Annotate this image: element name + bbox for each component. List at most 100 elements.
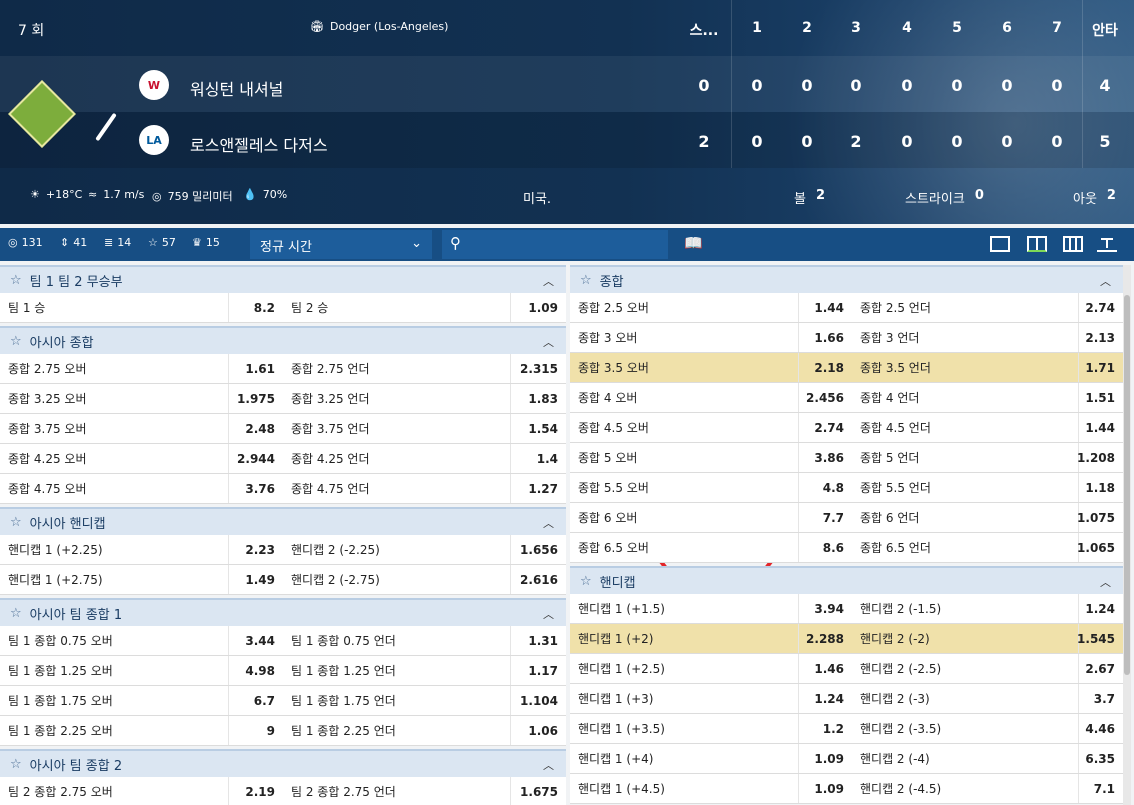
view-three-column-icon[interactable] xyxy=(1063,236,1083,252)
panel-header[interactable]: ☆ 종합 ︿ xyxy=(570,265,1123,293)
odds-value[interactable]: 2.74 xyxy=(798,413,852,442)
odds-value[interactable]: 2.456 xyxy=(798,383,852,412)
odds-value[interactable]: 1.104 xyxy=(510,686,566,715)
odds-value[interactable]: 2.23 xyxy=(228,535,283,564)
odds-value[interactable]: 1.27 xyxy=(510,474,566,503)
odds-value[interactable]: 2.74 xyxy=(1078,293,1123,322)
odds-value[interactable]: 2.13 xyxy=(1078,323,1123,352)
odds-value[interactable]: 1.71 xyxy=(1078,353,1123,382)
bet-option-label[interactable]: 핸디캡 1 (+4) xyxy=(570,744,798,773)
bet-option-label[interactable]: 핸디캡 2 (-4) xyxy=(852,744,1078,773)
star-icon[interactable]: ☆ xyxy=(10,515,22,530)
bet-option-label[interactable]: 팀 1 종합 1.25 언더 xyxy=(283,656,510,685)
bet-option-label[interactable]: 핸디캡 2 (-2.75) xyxy=(283,565,510,594)
bet-option-label[interactable]: 종합 3 오버 xyxy=(570,323,798,352)
bet-option-label[interactable]: 종합 5.5 오버 xyxy=(570,473,798,502)
odds-value[interactable]: 1.975 xyxy=(228,384,283,413)
star-icon[interactable]: ☆ xyxy=(10,757,22,772)
odds-value[interactable]: 1.075 xyxy=(1077,503,1123,532)
star-icon[interactable]: ☆ xyxy=(10,273,22,288)
bet-option-label[interactable]: 핸디캡 2 (-2) xyxy=(852,624,1078,653)
odds-value[interactable]: 3.86 xyxy=(798,443,852,472)
bet-option-label[interactable]: 종합 4.75 오버 xyxy=(0,474,228,503)
bet-option-label[interactable]: 핸디캡 1 (+3) xyxy=(570,684,798,713)
odds-value[interactable]: 1.656 xyxy=(510,535,566,564)
scrollbar-thumb[interactable] xyxy=(1124,295,1130,675)
stat-all[interactable]: ◎ 131 xyxy=(8,236,43,249)
odds-value[interactable]: 1.44 xyxy=(1078,413,1123,442)
odds-value[interactable]: 2.67 xyxy=(1078,654,1123,683)
chevron-up-icon[interactable]: ︿ xyxy=(543,334,554,350)
bet-option-label[interactable]: 종합 4.5 오버 xyxy=(570,413,798,442)
bet-option-label[interactable]: 핸디캡 2 (-1.5) xyxy=(852,594,1078,623)
odds-value[interactable]: 2.315 xyxy=(510,354,566,383)
pin-icon[interactable] xyxy=(1097,236,1117,252)
bet-option-label[interactable]: 종합 5 오버 xyxy=(570,443,798,472)
bet-option-label[interactable]: 종합 2.5 오버 xyxy=(570,293,798,322)
bet-option-label[interactable]: 종합 6 언더 xyxy=(852,503,1078,532)
bet-option-label[interactable]: 종합 5 언더 xyxy=(852,443,1078,472)
bet-option-label[interactable]: 팀 1 종합 2.25 언더 xyxy=(283,716,510,745)
bet-option-label[interactable]: 종합 3.75 언더 xyxy=(283,414,510,443)
bet-option-label[interactable]: 종합 3 언더 xyxy=(852,323,1078,352)
odds-value[interactable]: 1.51 xyxy=(1078,383,1123,412)
odds-value[interactable]: 1.24 xyxy=(1078,594,1123,623)
bet-option-label[interactable]: 팀 2 종합 2.75 언더 xyxy=(283,777,510,805)
bet-option-label[interactable]: 핸디캡 2 (-3.5) xyxy=(852,714,1078,743)
odds-value[interactable]: 1.06 xyxy=(510,716,566,745)
bet-option-label[interactable]: 팀 2 승 xyxy=(283,293,510,322)
book-icon[interactable]: 📖 xyxy=(684,234,703,252)
odds-value[interactable]: 7.7 xyxy=(798,503,852,532)
odds-value[interactable]: 1.54 xyxy=(510,414,566,443)
bet-option-label[interactable]: 팀 1 종합 0.75 언더 xyxy=(283,626,510,655)
panel-header[interactable]: ☆ 아시아 종합 ︿ xyxy=(0,326,566,354)
bet-option-label[interactable]: 핸디캡 1 (+1.5) xyxy=(570,594,798,623)
bet-option-label[interactable]: 종합 6 오버 xyxy=(570,503,798,532)
panel-header[interactable]: ☆ 팀 1 팀 2 무승부 ︿ xyxy=(0,265,566,293)
odds-value[interactable]: 1.24 xyxy=(798,684,852,713)
star-icon[interactable]: ☆ xyxy=(580,574,592,589)
odds-value[interactable]: 7.1 xyxy=(1078,774,1123,803)
chevron-up-icon[interactable]: ︿ xyxy=(543,273,554,289)
odds-value[interactable]: 1.2 xyxy=(798,714,852,743)
odds-value[interactable]: 6.7 xyxy=(228,686,283,715)
bet-option-label[interactable]: 핸디캡 1 (+4.5) xyxy=(570,774,798,803)
bet-option-label[interactable]: 종합 3.5 오버 xyxy=(570,353,798,382)
bet-option-label[interactable]: 팀 1 종합 1.25 오버 xyxy=(0,656,228,685)
market-search[interactable]: ⚲ xyxy=(442,230,668,259)
bet-option-label[interactable]: 종합 4 오버 xyxy=(570,383,798,412)
bet-option-label[interactable]: 종합 2.75 언더 xyxy=(283,354,510,383)
bet-option-label[interactable]: 종합 2.5 언더 xyxy=(852,293,1078,322)
bet-option-label[interactable]: 핸디캡 2 (-2.25) xyxy=(283,535,510,564)
panel-header[interactable]: ☆ 아시아 팀 종합 2 ︿ xyxy=(0,749,566,777)
bet-option-label[interactable]: 핸디캡 1 (+2.75) xyxy=(0,565,228,594)
star-icon[interactable]: ☆ xyxy=(580,273,592,288)
odds-value[interactable]: 2.616 xyxy=(510,565,566,594)
bet-option-label[interactable]: 종합 4.25 오버 xyxy=(0,444,228,473)
bet-option-label[interactable]: 종합 4.75 언더 xyxy=(283,474,510,503)
star-icon[interactable]: ☆ xyxy=(10,606,22,621)
odds-value[interactable]: 1.4 xyxy=(510,444,566,473)
odds-value[interactable]: 1.065 xyxy=(1077,533,1123,562)
bet-option-label[interactable]: 종합 4 언더 xyxy=(852,383,1078,412)
bet-option-label[interactable]: 종합 6.5 언더 xyxy=(852,533,1078,562)
odds-value[interactable]: 1.49 xyxy=(228,565,283,594)
panel-header[interactable]: ☆ 아시아 팀 종합 1 ︿ xyxy=(0,598,566,626)
bet-option-label[interactable]: 종합 4.25 언더 xyxy=(283,444,510,473)
scrollbar-track[interactable] xyxy=(1123,265,1131,805)
bet-option-label[interactable]: 팀 1 종합 1.75 오버 xyxy=(0,686,228,715)
odds-value[interactable]: 3.7 xyxy=(1078,684,1123,713)
star-icon[interactable]: ☆ xyxy=(10,334,22,349)
view-single-icon[interactable] xyxy=(990,236,1010,252)
bet-option-label[interactable]: 종합 4.5 언더 xyxy=(852,413,1078,442)
odds-value[interactable]: 1.09 xyxy=(798,744,852,773)
odds-value[interactable]: 2.19 xyxy=(228,777,283,805)
chevron-up-icon[interactable]: ︿ xyxy=(1100,574,1111,590)
odds-value[interactable]: 8.2 xyxy=(228,293,283,322)
stat-stats[interactable]: ≣ 14 xyxy=(104,236,131,249)
stat-favorites[interactable]: ☆ 57 xyxy=(148,236,176,249)
bet-option-label[interactable]: 종합 2.75 오버 xyxy=(0,354,228,383)
odds-value[interactable]: 1.44 xyxy=(798,293,852,322)
bet-option-label[interactable]: 팀 1 승 xyxy=(0,293,228,322)
odds-value[interactable]: 9 xyxy=(228,716,283,745)
